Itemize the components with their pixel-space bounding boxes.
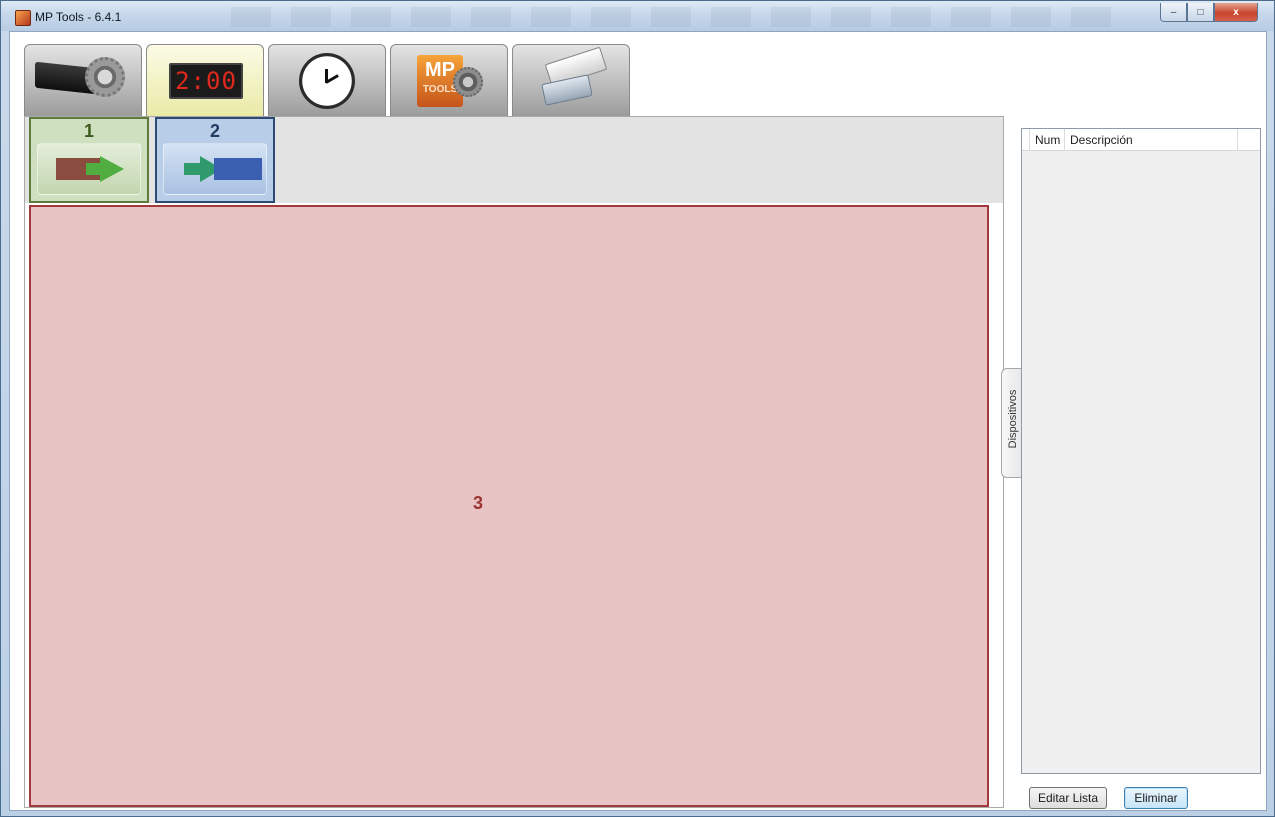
- edit-list-button[interactable]: Editar Lista: [1029, 787, 1107, 809]
- app-window: MP Tools - 6.4.1 – □ x 2:00 MP TOOLS 1 2…: [0, 0, 1275, 817]
- tab-clock[interactable]: [268, 44, 386, 116]
- display-to-arrow-icon: [37, 143, 141, 195]
- led-display-icon: 2:00: [169, 63, 243, 99]
- sub-tab-number: 1: [83, 121, 94, 141]
- window-controls: – □ x: [1160, 3, 1258, 22]
- logo-text-top: MP: [425, 59, 455, 81]
- tab-settings[interactable]: [24, 44, 142, 116]
- window-title: MP Tools - 6.4.1: [35, 10, 122, 24]
- gear-icon: [85, 57, 125, 97]
- close-button[interactable]: x: [1214, 3, 1258, 22]
- title-bar-background: [231, 7, 1131, 27]
- main-tab-bar: 2:00 MP TOOLS: [24, 44, 630, 117]
- sub-tab-number: 2: [209, 121, 220, 141]
- title-bar[interactable]: MP Tools - 6.4.1 – □ x: [1, 1, 1274, 31]
- side-tab-label: Dispositivos: [1007, 389, 1019, 449]
- app-icon: [15, 10, 31, 26]
- arrow-to-display-icon: [163, 143, 267, 195]
- minimize-button[interactable]: –: [1160, 3, 1187, 22]
- sub-tab-1[interactable]: 1: [29, 117, 149, 203]
- sub-tab-2[interactable]: 2: [155, 117, 275, 203]
- list-header: Num Descripción: [1022, 129, 1260, 151]
- work-area-label: 3: [473, 493, 484, 513]
- maximize-button[interactable]: □: [1187, 3, 1214, 22]
- tab-mptools[interactable]: MP TOOLS: [390, 44, 508, 116]
- side-tab-dispositivos[interactable]: Dispositivos: [1001, 368, 1023, 478]
- client-area: 2:00 MP TOOLS 1 2 3 Dispositivos Num Des…: [9, 31, 1267, 811]
- column-header-description[interactable]: Descripción: [1065, 129, 1238, 151]
- gear-icon: [453, 67, 483, 97]
- row-number-column: [1022, 129, 1030, 151]
- work-area[interactable]: 3: [29, 205, 989, 807]
- column-header-num[interactable]: Num: [1030, 129, 1065, 151]
- device-list[interactable]: Num Descripción: [1021, 128, 1261, 774]
- tab-network[interactable]: [512, 44, 630, 116]
- mini-led-icon: [214, 158, 262, 180]
- tab-display[interactable]: 2:00: [146, 44, 264, 117]
- tab-content: 1 2 3: [24, 116, 1004, 808]
- arrow-right-icon: [100, 156, 124, 182]
- delete-button[interactable]: Eliminar: [1124, 787, 1188, 809]
- sub-tab-bar: 1 2: [25, 117, 1003, 203]
